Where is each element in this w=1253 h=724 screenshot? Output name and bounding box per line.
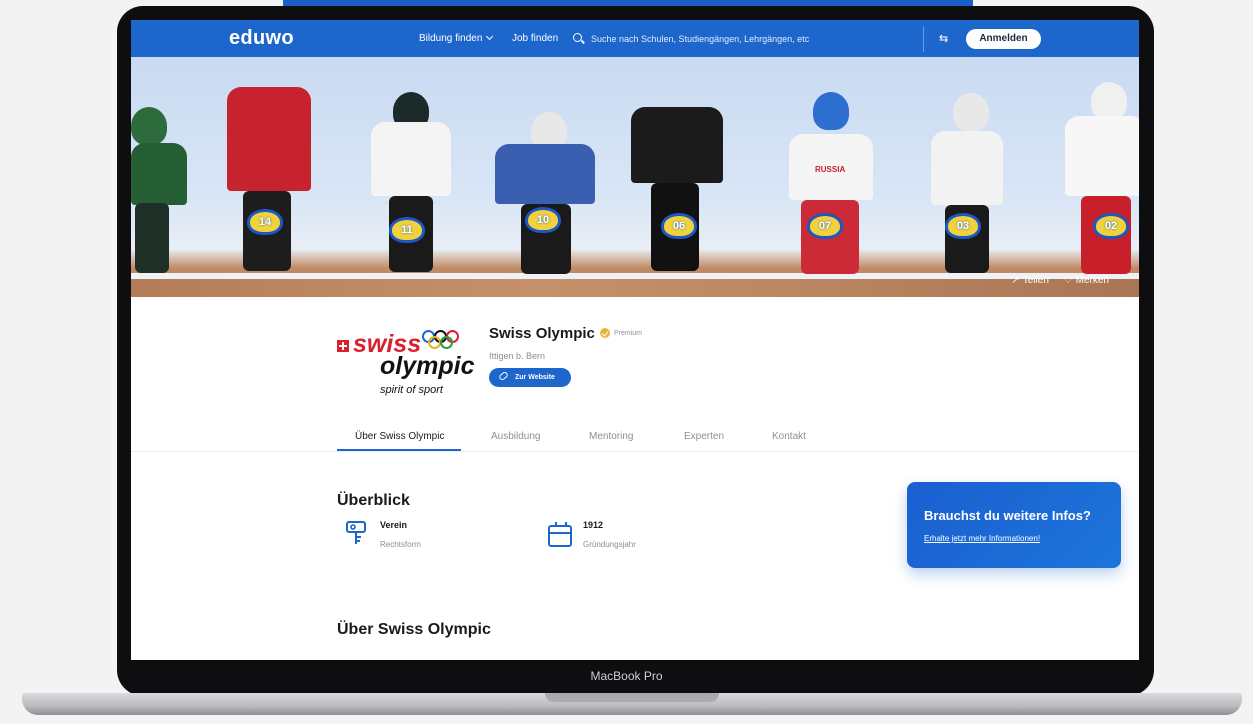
rider-figure	[1057, 82, 1139, 277]
org-location: Ittigen b. Bern	[489, 351, 546, 361]
fact-value: 1912	[583, 520, 604, 530]
number-plate: 06	[661, 213, 697, 239]
chevron-down-icon	[486, 32, 494, 41]
fact-label: Gründungsjahr	[583, 540, 636, 549]
website-button-label: Zur Website	[515, 374, 555, 381]
tab-kontakt[interactable]: Kontakt	[772, 431, 806, 442]
eduwo-logo[interactable]: eduwo	[229, 27, 294, 50]
olympic-rings-icon	[422, 330, 462, 350]
search-input[interactable]	[591, 31, 911, 47]
premium-label: Premium	[614, 330, 643, 337]
top-nav: eduwo Bildung finden Job finden ⇆ Anmeld…	[131, 20, 1139, 57]
tabs-divider	[131, 451, 1139, 452]
swiss-cross-icon	[337, 340, 349, 352]
nav-bildung-finden[interactable]: Bildung finden	[419, 32, 494, 44]
rider-figure	[775, 92, 885, 277]
fact-label: Rechtsform	[380, 540, 421, 549]
hero-image: 14 11 10 06 07 03 02 RUSSIA ↗ Teilen ♡ Mer…	[131, 57, 1139, 297]
number-plate: 02	[1093, 213, 1129, 239]
link-icon	[498, 370, 509, 382]
about-title: Über Swiss Olympic	[337, 621, 491, 638]
calendar-icon	[548, 522, 572, 547]
login-button[interactable]: Anmelden	[966, 29, 1041, 49]
rider-figure	[485, 112, 605, 277]
logo-olympic-text: olympic	[380, 352, 475, 380]
profile-tabs: Über Swiss Olympic Ausbildung Mentoring …	[337, 419, 1037, 452]
logo-tagline: spirit of sport	[380, 384, 443, 396]
browser-screen: eduwo Bildung finden Job finden ⇆ Anmeld…	[131, 20, 1139, 660]
number-plate: 11	[389, 217, 425, 243]
number-plate: 07	[807, 213, 843, 239]
rider-figure	[621, 107, 731, 277]
tab-experten[interactable]: Experten	[684, 431, 724, 442]
laptop-notch	[545, 693, 719, 702]
nav-link-label: Bildung finden	[419, 33, 483, 44]
org-name: Swiss Olympic	[489, 325, 595, 342]
rider-figure	[355, 92, 465, 277]
nav-job-finden[interactable]: Job finden	[512, 33, 558, 44]
info-card-link[interactable]: Erhalte jetzt mehr Informationen!	[924, 534, 1040, 543]
heart-icon[interactable]: ♡	[1064, 275, 1073, 286]
premium-check-icon	[600, 328, 610, 338]
nav-divider	[923, 26, 924, 52]
legal-form-icon	[346, 521, 366, 544]
tab-ueber[interactable]: Über Swiss Olympic	[355, 431, 444, 442]
share-icon[interactable]: ↗	[1011, 275, 1019, 286]
overview-title: Überblick	[337, 492, 410, 509]
save-button[interactable]: Merken	[1076, 275, 1109, 286]
tab-ausbildung[interactable]: Ausbildung	[491, 431, 540, 442]
info-card-title: Brauchst du weitere Infos?	[924, 508, 1091, 523]
swiss-olympic-logo: swiss olympic spirit of sport	[336, 328, 476, 400]
info-card[interactable]: Brauchst du weitere Infos? Erhalte jetzt…	[907, 482, 1121, 568]
jersey-text: RUSSIA	[815, 165, 846, 174]
compare-arrows-icon[interactable]: ⇆	[939, 32, 948, 45]
number-plate: 10	[525, 207, 561, 233]
fact-value: Verein	[380, 520, 408, 530]
rider-figure	[911, 57, 1021, 277]
share-button[interactable]: Teilen	[1023, 275, 1049, 286]
rider-figure	[213, 87, 323, 277]
tab-mentoring[interactable]: Mentoring	[589, 431, 633, 442]
device-label: MacBook Pro	[590, 669, 663, 683]
website-button[interactable]: Zur Website	[489, 368, 571, 387]
number-plate: 03	[945, 213, 981, 239]
track-surface	[131, 279, 1139, 297]
number-plate: 14	[247, 209, 283, 235]
hero-actions: ↗ Teilen ♡ Merken	[1011, 275, 1109, 286]
rider-figure	[131, 97, 191, 277]
search-icon[interactable]	[573, 33, 582, 42]
